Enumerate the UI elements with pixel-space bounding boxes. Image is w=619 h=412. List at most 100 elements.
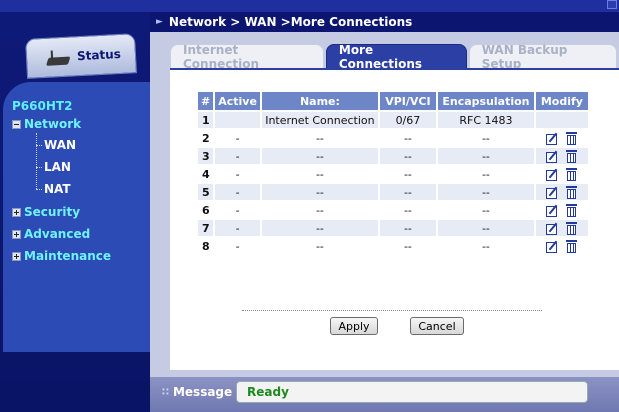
table-cell-encap: --	[437, 130, 534, 146]
table-cell-active: -	[215, 148, 260, 164]
trash-icon[interactable]	[566, 186, 578, 199]
table-cell-active: -	[215, 166, 260, 182]
tab-internet-connection[interactable]: Internet Connection	[170, 43, 324, 71]
apply-button[interactable]: Apply	[330, 317, 378, 335]
sidebar-item-label: Maintenance	[24, 249, 112, 263]
expand-icon[interactable]	[12, 207, 21, 217]
router-icon	[45, 50, 70, 65]
table-cell-encap: --	[437, 184, 534, 200]
table-cell-vpi: --	[379, 148, 436, 164]
table-cell-name: --	[261, 238, 378, 254]
message-field: Ready	[236, 381, 588, 403]
cancel-button[interactable]: Cancel	[410, 317, 464, 335]
trash-icon[interactable]	[566, 132, 578, 145]
table-cell-num: 5	[198, 184, 214, 200]
table-cell-encap: --	[437, 220, 534, 236]
table-cell-active: -	[215, 238, 260, 254]
grip-icon: ∷	[162, 386, 169, 398]
table-row: 4- -- -- --	[198, 166, 588, 182]
column-header: VPI/VCI	[379, 92, 436, 110]
table-cell-modify	[535, 220, 588, 236]
table-cell-active: -	[215, 220, 260, 236]
table-cell-name: --	[261, 148, 378, 164]
table-cell-name: --	[261, 184, 378, 200]
message-bar: ∷ Message Ready	[150, 377, 619, 412]
sidebar-item-security[interactable]: Security	[12, 205, 80, 219]
sidebar-item-network[interactable]: Network	[12, 117, 81, 131]
status-tab[interactable]: Status	[25, 33, 137, 79]
trash-icon[interactable]	[566, 204, 578, 217]
table-cell-num: 4	[198, 166, 214, 182]
table-row: 3- -- -- --	[198, 148, 588, 164]
connections-table: # Active Name: VPI/VCI Encapsulation Mod…	[196, 90, 590, 256]
table-cell-active: -	[215, 130, 260, 146]
table-row: 2- -- -- --	[198, 130, 588, 146]
table-cell-num: 6	[198, 202, 214, 218]
table-cell-modify	[535, 184, 588, 200]
table-cell-vpi: --	[379, 166, 436, 182]
table-cell-encap: --	[437, 148, 534, 164]
edit-icon[interactable]	[546, 240, 560, 253]
trash-icon[interactable]	[566, 222, 578, 235]
table-row: 1 Internet Connection 0/67 RFC 1483	[198, 112, 588, 128]
trash-icon[interactable]	[566, 168, 578, 181]
sidebar-item-advanced[interactable]: Advanced	[12, 227, 90, 241]
tab-bar: Internet Connection More Connections WAN…	[170, 43, 619, 71]
tab-content: # Active Name: VPI/VCI Encapsulation Mod…	[170, 68, 619, 370]
sidebar-item-maintenance[interactable]: Maintenance	[12, 249, 111, 263]
tab-wan-backup-setup[interactable]: WAN Backup Setup	[468, 43, 617, 71]
tree-branch	[36, 189, 42, 190]
breadcrumb: ► Network > WAN >More Connections	[150, 12, 619, 32]
tab-more-connections[interactable]: More Connections	[325, 43, 467, 71]
sidebar-item-nat[interactable]: NAT	[44, 182, 71, 196]
table-cell-modify	[535, 238, 588, 254]
edit-icon[interactable]	[546, 168, 560, 181]
column-header: #	[198, 92, 214, 110]
edit-icon[interactable]	[546, 150, 560, 163]
table-cell-modify	[535, 148, 588, 164]
tree-branch	[36, 167, 42, 168]
device-name: P660HT2	[12, 99, 73, 113]
table-cell-modify	[535, 130, 588, 146]
table-cell-active	[215, 112, 260, 128]
table-cell-vpi: --	[379, 238, 436, 254]
close-icon[interactable]	[607, 0, 617, 9]
table-cell-num: 3	[198, 148, 214, 164]
collapse-icon[interactable]	[12, 119, 21, 129]
tree-line	[36, 133, 37, 189]
table-cell-num: 8	[198, 238, 214, 254]
trash-icon[interactable]	[566, 240, 578, 253]
main-area: Internet Connection More Connections WAN…	[150, 32, 619, 377]
expand-icon[interactable]	[12, 251, 21, 261]
status-label: Status	[76, 46, 122, 64]
tree-branch	[36, 145, 42, 146]
table-row: 5- -- -- --	[198, 184, 588, 200]
table-cell-vpi: 0/67	[379, 112, 436, 128]
table-cell-name: --	[261, 220, 378, 236]
trash-icon[interactable]	[566, 150, 578, 163]
column-header: Encapsulation	[437, 92, 534, 110]
column-header: Name:	[261, 92, 378, 110]
edit-icon[interactable]	[546, 222, 560, 235]
table-cell-encap: --	[437, 238, 534, 254]
expand-icon[interactable]	[12, 229, 21, 239]
sidebar-item-label: Network	[24, 117, 82, 131]
sidebar-item-wan[interactable]: WAN	[44, 138, 76, 152]
table-cell-vpi: --	[379, 220, 436, 236]
divider	[242, 310, 542, 311]
message-label: ∷ Message	[162, 385, 232, 399]
sidebar-item-lan[interactable]: LAN	[44, 160, 71, 174]
table-cell-num: 2	[198, 130, 214, 146]
table-cell-active: -	[215, 184, 260, 200]
column-header: Active	[215, 92, 260, 110]
edit-icon[interactable]	[546, 204, 560, 217]
table-cell-name: --	[261, 202, 378, 218]
edit-icon[interactable]	[546, 132, 560, 145]
breadcrumb-arrow-icon: ►	[156, 17, 163, 27]
edit-icon[interactable]	[546, 186, 560, 199]
table-cell-num: 1	[198, 112, 214, 128]
table-cell-name: Internet Connection	[261, 112, 378, 128]
table-cell-active: -	[215, 202, 260, 218]
breadcrumb-text: Network > WAN >More Connections	[168, 15, 413, 29]
table-cell-encap: RFC 1483	[437, 112, 534, 128]
